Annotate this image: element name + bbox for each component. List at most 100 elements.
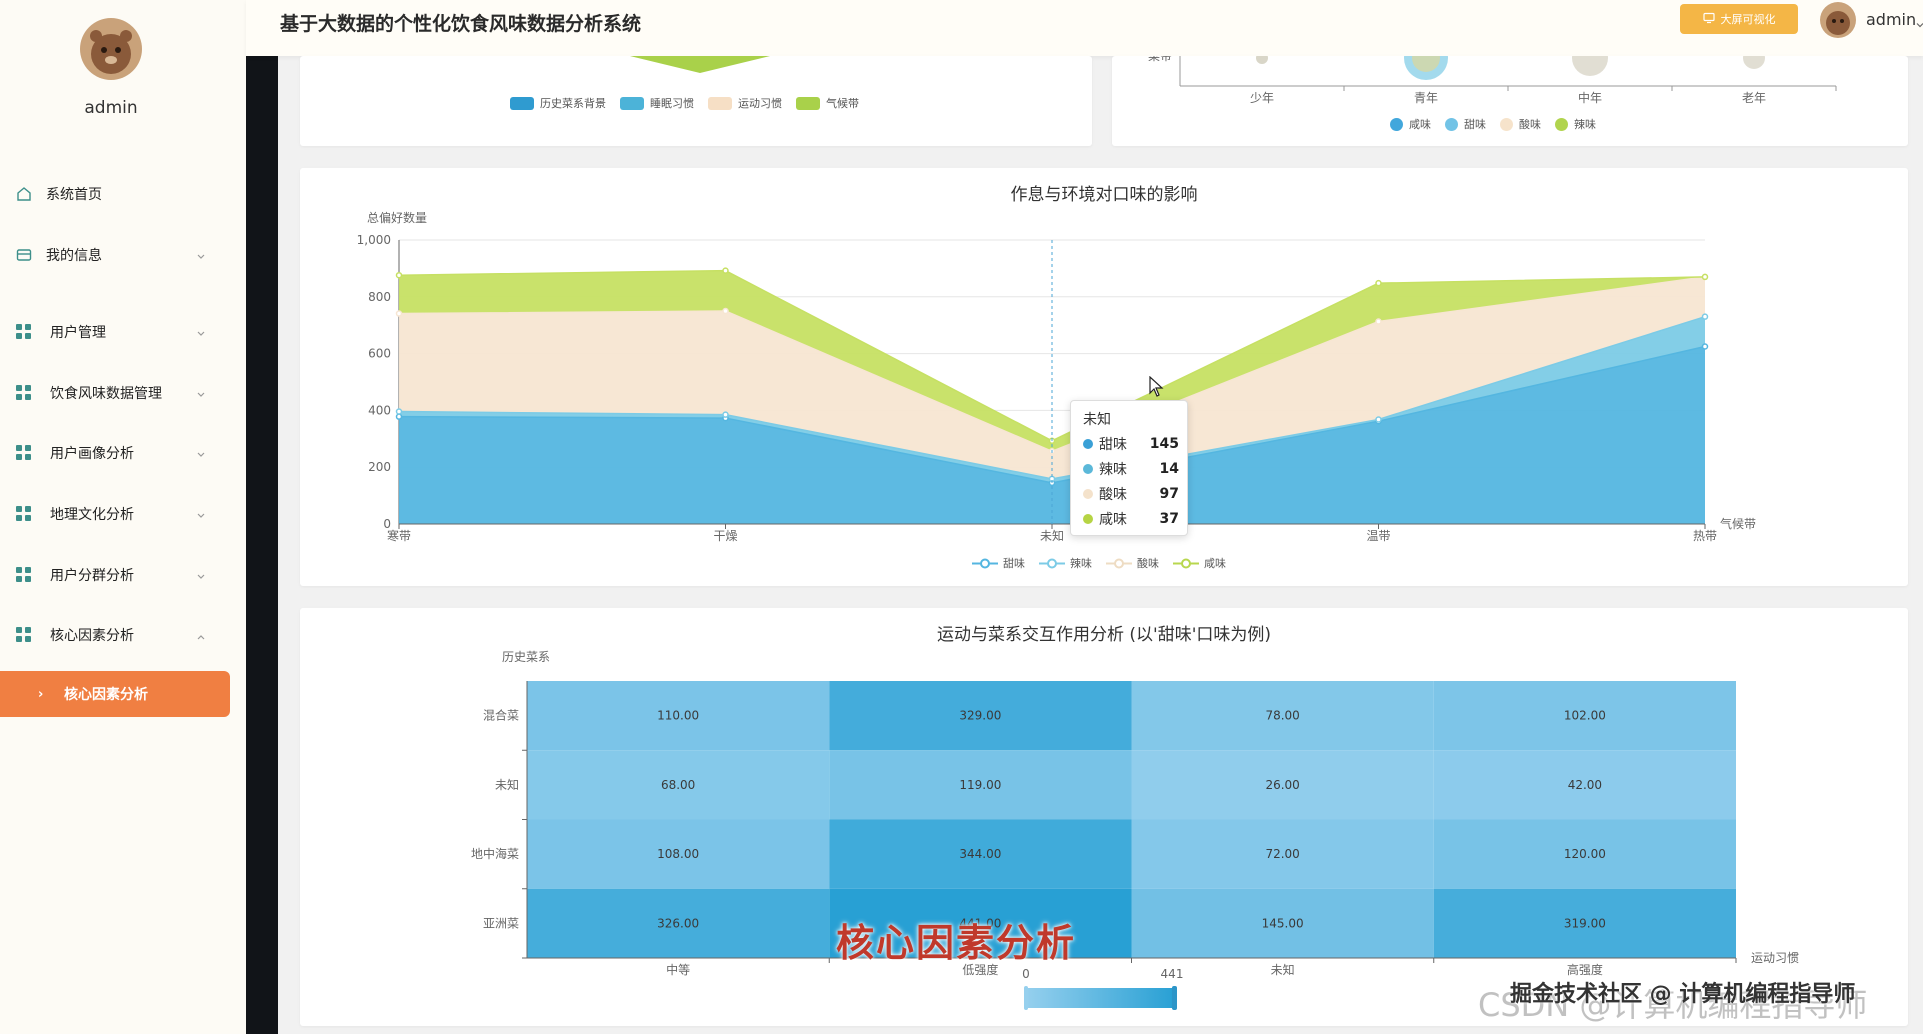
sport-cuisine-heatmap-panel: 运动与菜系交互作用分析 (以'甜味'口味为例) 历史菜系 110.00 329.00… — [300, 608, 1908, 1026]
legend-line-icon — [1106, 558, 1132, 568]
grid-icon — [16, 324, 32, 340]
sidebar-item-user-portrait[interactable]: 用户画像分析 — [0, 430, 230, 476]
y-tick-label: 未知 — [495, 778, 519, 792]
chevron-up-icon — [196, 630, 206, 640]
legend-item[interactable]: 辣味 — [1555, 116, 1596, 132]
area-chart-legend: 甜味 辣味 酸味 咸味 — [972, 555, 1240, 571]
visual-map-bar — [1025, 988, 1175, 1008]
y-tick-label: 地中海菜 — [471, 846, 519, 861]
x-tick-label: 寒带 — [387, 528, 411, 543]
heatmap-cell-label: 319.00 — [1564, 916, 1606, 930]
grid-icon — [16, 506, 32, 522]
chevron-down-icon[interactable] — [1916, 14, 1923, 28]
heatmap-cell-label: 329.00 — [959, 709, 1001, 723]
y-tick-label: 800 — [368, 290, 391, 304]
legend-dot — [1445, 117, 1458, 131]
legend-item[interactable]: 咸味 — [1390, 116, 1431, 132]
x-tick-label: 热带 — [1693, 529, 1717, 543]
x-tick-label: 未知 — [1040, 529, 1064, 543]
sidebar-item-label: 核心因素分析 — [50, 628, 134, 644]
x-axis-name: 气候带 — [1720, 516, 1756, 531]
visual-map-handle — [1172, 986, 1177, 1010]
sidebar-item-label: 地理文化分析 — [50, 507, 134, 523]
legend-item[interactable]: 气候带 — [796, 95, 859, 111]
tooltip-series-name: 酸味 — [1099, 487, 1127, 503]
legend-label: 咸味 — [1204, 557, 1226, 570]
legend-item[interactable]: 甜味 — [1445, 116, 1486, 132]
heatmap-cell-label: 110.00 — [657, 709, 699, 723]
chevron-down-icon — [196, 448, 206, 458]
sidebar-item-flavor-data[interactable]: 饮食风味数据管理 — [0, 370, 230, 416]
sidebar-item-home[interactable]: 系统首页 — [0, 171, 230, 217]
age-bubble-chart-panel: 菜带 少年 青年 中年 老年 咸味 甜味 酸味 辣味 — [1112, 56, 1908, 146]
data-point-酸味 — [395, 310, 403, 317]
legend-item[interactable]: 甜味 — [972, 555, 1025, 571]
heatmap-cell-label: 344.00 — [959, 847, 1001, 861]
legend-label: 酸味 — [1519, 118, 1541, 131]
heatmap-cell-label: 42.00 — [1568, 778, 1602, 792]
visual-map-handle — [1024, 986, 1028, 1010]
mouse-cursor-icon — [1149, 376, 1164, 397]
sidebar-item-user-management[interactable]: 用户管理 — [0, 309, 230, 355]
user-avatar[interactable] — [80, 18, 142, 80]
chevron-right-icon: › — [38, 686, 44, 702]
tooltip-title: 未知 — [1083, 412, 1111, 428]
sidebar-subitem-core-factors[interactable]: › 核心因素分析 — [0, 671, 230, 717]
x-tick-label: 未知 — [1271, 963, 1295, 977]
data-point-酸味 — [1375, 318, 1382, 325]
tooltip-row: 酸味 97 — [1083, 484, 1179, 504]
bigscreen-button[interactable]: 大屏可视化 — [1680, 4, 1798, 34]
bubble — [1743, 56, 1765, 69]
tooltip-row: 辣味 14 — [1083, 459, 1179, 479]
legend-line-icon — [1173, 558, 1199, 568]
sidebar-item-label: 用户管理 — [50, 325, 106, 341]
legend-item[interactable]: 咸味 — [1173, 555, 1226, 571]
chevron-down-icon — [196, 388, 206, 398]
data-point-辣味 — [1375, 416, 1382, 423]
climate-chart-panel: 历史菜系背景 睡眠习惯 运动习惯 气候带 — [300, 56, 1092, 146]
legend-dot — [1500, 117, 1513, 131]
x-tick-label: 青年 — [1414, 91, 1438, 105]
legend-item[interactable]: 酸味 — [1106, 555, 1159, 571]
visual-map-min: 0 — [1022, 967, 1030, 981]
tooltip-series-name: 甜味 — [1099, 437, 1127, 453]
sidebar-item-core-factors[interactable]: 核心因素分析 — [0, 612, 230, 658]
grid-icon — [16, 385, 32, 401]
legend-swatch — [796, 96, 820, 110]
chart-slice-fragment — [630, 56, 770, 73]
data-point-酸味 — [722, 307, 729, 315]
juejin-watermark: 掘金技术社区 @ 计算机编程指导师 — [1510, 982, 1856, 1007]
legend-label: 运动习惯 — [738, 97, 782, 110]
legend-item[interactable]: 辣味 — [1039, 555, 1092, 571]
sidebar-item-label: 我的信息 — [46, 248, 102, 264]
legend-label: 酸味 — [1137, 557, 1159, 570]
legend-label: 辣味 — [1070, 557, 1092, 570]
heatmap-chart[interactable]: 历史菜系 110.00 329.00 78.00 102.00 68.00 119.00 26… — [300, 608, 1908, 1026]
bigscreen-button-label: 大屏可视化 — [1720, 13, 1776, 26]
sidebar-item-label: 用户分群分析 — [50, 568, 134, 584]
x-tick-label: 高强度 — [1567, 962, 1603, 977]
legend-item[interactable]: 历史菜系背景 — [510, 95, 606, 111]
legend-item[interactable]: 运动习惯 — [708, 95, 782, 111]
x-tick-label: 温带 — [1366, 529, 1390, 543]
legend-item[interactable]: 酸味 — [1500, 116, 1541, 132]
heatmap-cell-label: 108.00 — [657, 847, 699, 861]
chevron-down-icon — [196, 570, 206, 580]
grid-icon — [16, 627, 32, 643]
sidebar-item-geo-culture[interactable]: 地理文化分析 — [0, 491, 230, 537]
data-point-辣味 — [722, 411, 729, 418]
legend-label: 甜味 — [1464, 118, 1486, 131]
legend-item[interactable]: 睡眠习惯 — [620, 95, 694, 111]
heatmap-cell-label: 102.00 — [1564, 709, 1606, 723]
sidebar-item-user-cluster[interactable]: 用户分群分析 — [0, 552, 230, 598]
chevron-down-icon — [196, 509, 206, 519]
legend-dot — [1555, 117, 1568, 131]
sidebar-user-name: admin — [84, 98, 138, 118]
chevron-down-icon — [196, 250, 206, 260]
header-user-name[interactable]: admin — [1866, 10, 1916, 29]
header-avatar[interactable] — [1820, 2, 1856, 38]
legend-label: 甜味 — [1003, 557, 1025, 570]
grid-icon — [16, 445, 32, 461]
data-point-咸味 — [1701, 273, 1709, 281]
sidebar-item-my-info[interactable]: 我的信息 — [0, 232, 230, 278]
